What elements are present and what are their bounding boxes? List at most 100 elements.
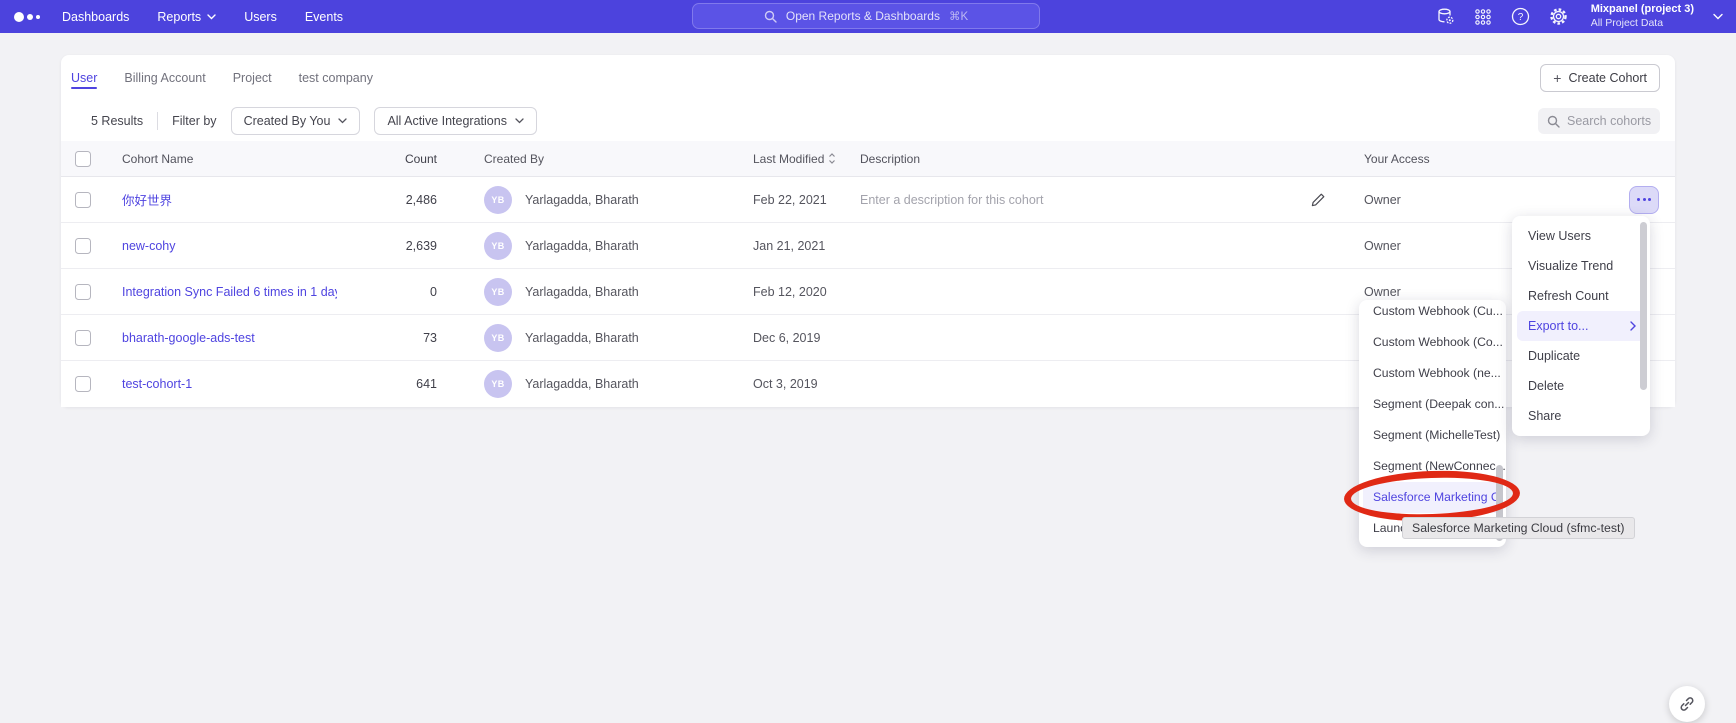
divider <box>157 112 158 130</box>
mixpanel-logo[interactable] <box>14 12 54 22</box>
last-modified-date: Oct 3, 2019 <box>739 377 846 391</box>
cohort-count: 2,639 <box>337 239 437 253</box>
last-modified-date: Feb 22, 2021 <box>739 193 846 207</box>
global-search-placeholder: Open Reports & Dashboards <box>786 9 940 23</box>
results-count: 5 Results <box>91 114 143 128</box>
pencil-icon[interactable] <box>1310 192 1326 208</box>
help-icon[interactable]: ? <box>1511 7 1530 26</box>
last-modified-date: Dec 6, 2019 <box>739 331 846 345</box>
created-by-name: Yarlagadda, Bharath <box>525 377 639 391</box>
row-checkbox[interactable] <box>75 376 91 392</box>
avatar: YB <box>484 232 512 260</box>
avatar: YB <box>484 370 512 398</box>
header-your-access: Your Access <box>1355 152 1520 166</box>
data-management-icon[interactable] <box>1436 7 1455 26</box>
header-created-by: Created By <box>470 152 739 166</box>
cohort-count: 641 <box>337 377 437 391</box>
row-checkbox[interactable] <box>75 238 91 254</box>
submenu-item-segment-newconnec[interactable]: Segment (NewConnec... <box>1359 451 1506 482</box>
menu-item-view-users[interactable]: View Users <box>1512 221 1650 251</box>
row-actions-button[interactable] <box>1629 186 1659 214</box>
submenu-item-salesforce-marketing-cloud[interactable]: Salesforce Marketing C... <box>1363 482 1502 513</box>
submenu-item-custom-webhook-2[interactable]: Custom Webhook (Co... <box>1359 327 1506 358</box>
chevron-down-icon <box>338 118 347 124</box>
cohort-count: 0 <box>337 285 437 299</box>
cohort-name-link[interactable]: new-cohy <box>122 239 176 253</box>
select-all-checkbox[interactable] <box>75 151 91 167</box>
search-icon <box>1547 115 1560 128</box>
tab-project[interactable]: Project <box>233 55 272 101</box>
header-cohort-name: Cohort Name <box>108 152 337 166</box>
cohort-name-link[interactable]: 你好世界 <box>122 194 172 208</box>
nav-item-dashboards[interactable]: Dashboards <box>62 10 129 24</box>
row-checkbox[interactable] <box>75 192 91 208</box>
filter-by-label: Filter by <box>172 114 216 128</box>
submenu-item-segment-deepak[interactable]: Segment (Deepak con... <box>1359 389 1506 420</box>
sort-icon <box>828 153 836 164</box>
menu-item-share[interactable]: Share <box>1512 401 1650 431</box>
search-cohorts-field[interactable] <box>1538 108 1660 134</box>
top-nav: Dashboards Reports Users Events Open Rep… <box>0 0 1736 33</box>
search-icon <box>764 10 777 23</box>
create-cohort-button[interactable]: + Create Cohort <box>1540 64 1660 92</box>
share-link-fab[interactable] <box>1669 686 1705 722</box>
gear-icon[interactable] <box>1549 7 1568 26</box>
svg-text:?: ? <box>1517 12 1523 23</box>
menu-item-refresh-count[interactable]: Refresh Count <box>1512 281 1650 311</box>
access-level: Owner <box>1355 285 1520 299</box>
integrations-filter[interactable]: All Active Integrations <box>374 107 537 135</box>
nav-items: Dashboards Reports Users Events <box>62 10 343 24</box>
table-header: Cohort Name Count Created By Last Modifi… <box>61 141 1675 177</box>
table-row: new-cohy 2,639 YB Yarlagadda, Bharath Ja… <box>61 223 1675 269</box>
filter-bar: 5 Results Filter by Created By You All A… <box>61 101 1675 141</box>
row-checkbox[interactable] <box>75 284 91 300</box>
nav-right: ? Mixpanel (project 3) All Project Data <box>1436 0 1736 33</box>
chevron-down-icon <box>1713 13 1723 20</box>
tab-user[interactable]: User <box>71 55 97 101</box>
project-name: Mixpanel (project 3) <box>1591 3 1694 17</box>
chevron-down-icon <box>515 118 524 124</box>
menu-item-export-to[interactable]: Export to... <box>1517 311 1645 341</box>
submenu-item-custom-webhook-3[interactable]: Custom Webhook (ne... <box>1359 358 1506 389</box>
cohort-name-link[interactable]: Integration Sync Failed 6 times in 1 day <box>122 285 337 299</box>
cohort-name-link[interactable]: test-cohort-1 <box>122 377 192 391</box>
global-search-bar[interactable]: Open Reports & Dashboards ⌘K <box>692 3 1040 29</box>
apps-grid-icon[interactable] <box>1474 8 1492 26</box>
nav-item-reports[interactable]: Reports <box>157 10 216 24</box>
avatar: YB <box>484 324 512 352</box>
project-subtitle: All Project Data <box>1591 17 1694 30</box>
tab-billing-account[interactable]: Billing Account <box>124 55 205 101</box>
menu-item-duplicate[interactable]: Duplicate <box>1512 341 1650 371</box>
submenu-item-segment-michelle[interactable]: Segment (MichelleTest) <box>1359 420 1506 451</box>
cohort-count: 2,486 <box>337 193 437 207</box>
row-checkbox[interactable] <box>75 330 91 346</box>
nav-item-events[interactable]: Events <box>305 10 343 24</box>
table-row: 你好世界 2,486 YB Yarlagadda, Bharath Feb 22… <box>61 177 1675 223</box>
avatar: YB <box>484 186 512 214</box>
last-modified-date: Jan 21, 2021 <box>739 239 846 253</box>
cohort-name-link[interactable]: bharath-google-ads-test <box>122 331 255 345</box>
chevron-right-icon <box>1630 321 1636 331</box>
created-by-name: Yarlagadda, Bharath <box>525 285 639 299</box>
nav-item-users[interactable]: Users <box>244 10 277 24</box>
tabs-row: User Billing Account Project test compan… <box>61 55 1675 101</box>
link-icon <box>1679 696 1695 712</box>
row-context-menu: View Users Visualize Trend Refresh Count… <box>1512 216 1650 436</box>
menu-item-visualize-trend[interactable]: Visualize Trend <box>1512 251 1650 281</box>
header-count: Count <box>337 152 437 166</box>
menu-item-delete[interactable]: Delete <box>1512 371 1650 401</box>
created-by-name: Yarlagadda, Bharath <box>525 239 639 253</box>
tab-test-company[interactable]: test company <box>299 55 373 101</box>
avatar: YB <box>484 278 512 306</box>
created-by-filter[interactable]: Created By You <box>231 107 361 135</box>
access-level: Owner <box>1355 193 1520 207</box>
project-switcher[interactable]: Mixpanel (project 3) All Project Data <box>1591 3 1694 30</box>
header-last-modified[interactable]: Last Modified <box>739 152 846 166</box>
description-placeholder[interactable]: Enter a description for this cohort <box>846 193 1310 207</box>
cohort-count: 73 <box>337 331 437 345</box>
chevron-down-icon <box>207 14 216 20</box>
search-cohorts-input[interactable] <box>1567 114 1651 128</box>
menu-scrollbar[interactable] <box>1640 222 1647 390</box>
export-submenu: Custom Webhook (Cu... Custom Webhook (Co… <box>1359 300 1506 547</box>
submenu-item-custom-webhook-1[interactable]: Custom Webhook (Cu... <box>1359 300 1506 327</box>
